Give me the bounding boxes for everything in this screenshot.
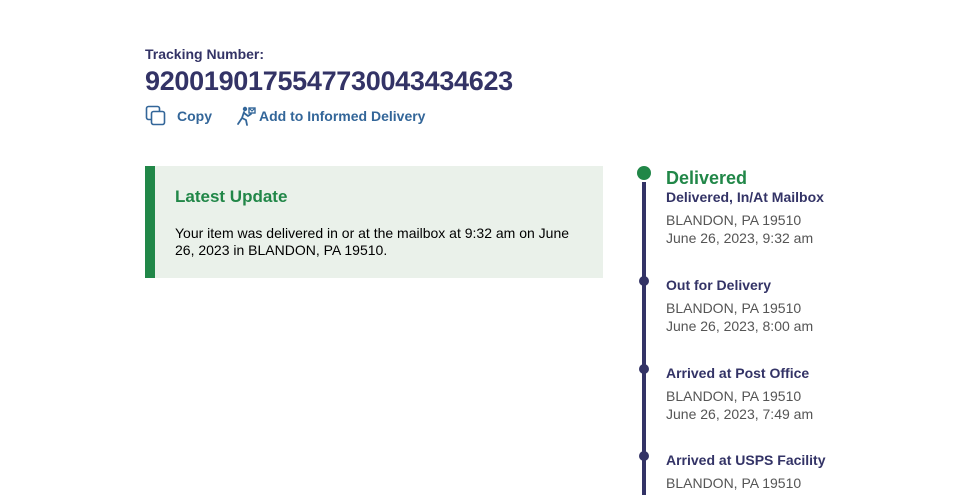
timeline-dot [639,364,649,374]
event-location: BLANDON, PA 19510 [666,388,802,404]
informed-delivery-icon [234,105,256,127]
tracking-number-label: Tracking Number: [145,46,265,62]
copy-label: Copy [177,108,212,124]
add-to-informed-delivery-button[interactable]: Add to Informed Delivery [234,105,425,127]
copy-icon [145,105,167,127]
current-status-headline: Delivered [666,168,748,188]
timeline-event: Arrived at USPS Facility BLANDON, PA 195… [666,452,826,492]
tracking-actions: Copy Add to Informed Delivery [145,105,425,127]
timeline-event: Arrived at Post Office BLANDON, PA 19510… [666,365,813,423]
event-date: June 26, 2023, 7:49 am [666,406,814,422]
timeline-dot-current [637,166,651,180]
tracking-timeline: Delivered Delivered, In/At Mailbox BLAND… [630,160,953,495]
event-date: June 26, 2023, 8:00 am [666,318,814,334]
latest-update-text: Your item was delivered in or at the mai… [175,225,570,258]
current-location: BLANDON, PA 19510 [666,212,802,228]
timeline-dot [639,276,649,286]
current-status-detail: Delivered, In/At Mailbox [666,189,824,205]
event-location: BLANDON, PA 19510 [666,300,802,316]
latest-update-title: Latest Update [175,187,288,206]
tracking-page: Tracking Number: 92001901755477300434346… [0,0,953,495]
tracking-number: 9200190175547730043434623 [145,66,513,96]
event-status: Arrived at Post Office [666,365,810,381]
timeline-dot [639,451,649,461]
timeline-event: Out for Delivery BLANDON, PA 19510 June … [666,277,813,335]
copy-button[interactable]: Copy [145,105,212,127]
event-location: BLANDON, PA 19510 [666,475,802,491]
timeline-event-current: Delivered Delivered, In/At Mailbox BLAND… [666,167,824,247]
timeline-line [642,182,646,495]
event-status: Arrived at USPS Facility [666,452,826,468]
latest-update-panel: Latest Update Your item was delivered in… [145,166,603,278]
current-date: June 26, 2023, 9:32 am [666,230,814,246]
event-status: Out for Delivery [666,277,772,293]
add-to-informed-delivery-label: Add to Informed Delivery [259,108,426,124]
